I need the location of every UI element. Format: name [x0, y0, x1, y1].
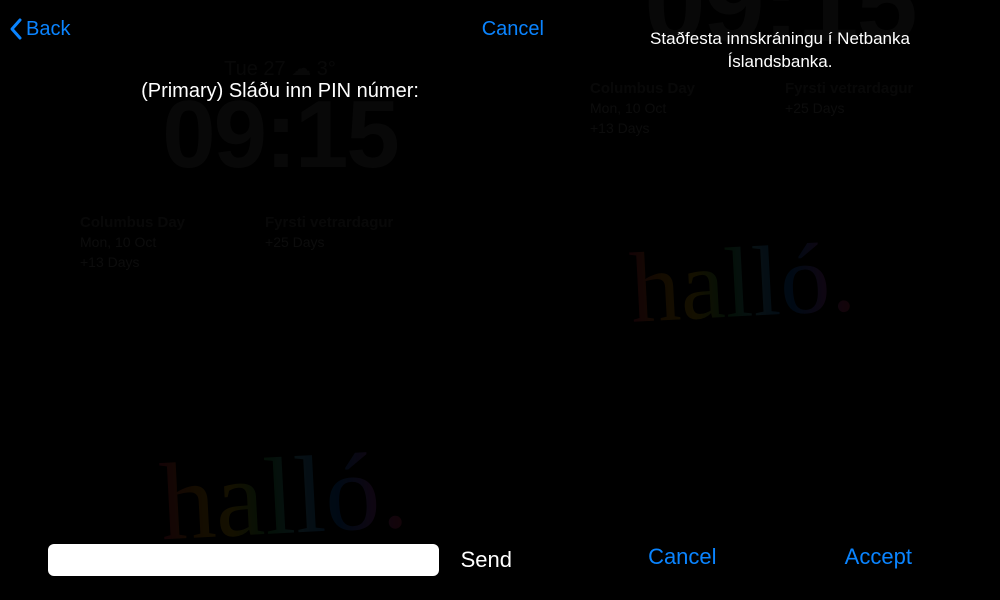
send-button[interactable]: Send: [461, 547, 512, 573]
pin-input[interactable]: [48, 544, 439, 576]
cancel-label: Cancel: [482, 18, 544, 41]
chevron-left-icon: [8, 17, 24, 41]
back-label: Back: [26, 18, 70, 41]
back-button[interactable]: Back: [8, 17, 70, 41]
confirm-actions: Cancel Accept: [560, 538, 1000, 584]
left-phone: Tue 27 ☁ 3° 09:15 Columbus Day Mon, 10 O…: [0, 0, 560, 600]
confirm-dialog: Staðfesta innskráningu í Netbanka Ísland…: [560, 0, 1000, 600]
confirm-message: Staðfesta innskráningu í Netbanka Ísland…: [560, 28, 1000, 74]
cancel-button[interactable]: Cancel: [638, 538, 726, 576]
pin-input-row: Send: [48, 544, 512, 576]
dialog-nav: Back Cancel: [0, 0, 560, 48]
accept-button[interactable]: Accept: [835, 538, 922, 576]
pin-prompt-title: (Primary) Sláðu inn PIN númer:: [0, 80, 560, 103]
cancel-button[interactable]: Cancel: [482, 18, 544, 41]
right-phone: 09:15 Columbus Day Mon, 10 Oct +13 Days …: [560, 0, 1000, 600]
pin-dialog: Back Cancel (Primary) Sláðu inn PIN núme…: [0, 0, 560, 600]
